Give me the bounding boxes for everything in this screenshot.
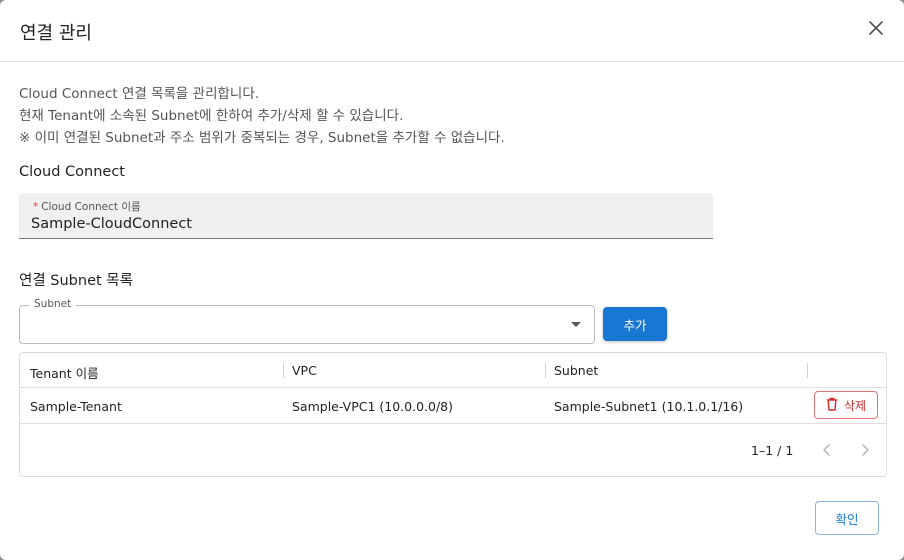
column-header-vpc[interactable]: VPC [292,363,317,378]
cloud-connect-name-value: Sample-CloudConnect [31,216,192,232]
subnet-section-title: 연결 Subnet 목록 [19,273,133,289]
cell-subnet: Sample-Subnet1 (10.1.0.1/16) [554,399,744,414]
column-separator [545,363,546,378]
table-header: Tenant 이름 VPC Subnet [20,353,886,388]
subnet-select[interactable]: Subnet [19,298,595,344]
pagination-info: 1–1 / 1 [751,443,794,458]
cloud-connect-section-title: Cloud Connect [19,164,125,180]
chevron-left-icon[interactable] [815,438,839,462]
description-note: ※ 이미 연결된 Subnet과 주소 범위가 중복되는 경우, Subnet을… [19,130,505,146]
cloud-connect-name-field: * Cloud Connect 이름 Sample-CloudConnect [19,193,713,239]
description-line-1: Cloud Connect 연결 목록을 관리합니다. [19,86,260,102]
trash-icon [826,397,838,414]
table-row: Sample-Tenant Sample-VPC1 (10.0.0.0/8) S… [20,388,886,424]
chevron-right-icon[interactable] [853,438,877,462]
dialog-header: 연결 관리 [0,0,904,62]
column-separator [807,363,808,378]
field-label-text: Cloud Connect 이름 [41,201,141,213]
description-line-2: 현재 Tenant에 소속된 Subnet에 한하여 추가/삭제 할 수 있습니… [19,108,404,124]
cell-vpc: Sample-VPC1 (10.0.0.0/8) [292,399,453,414]
confirm-button[interactable]: 확인 [815,501,879,535]
dropdown-arrow-icon[interactable] [571,322,581,327]
dialog-title: 연결 관리 [20,23,92,44]
cell-tenant: Sample-Tenant [30,399,122,414]
delete-button[interactable]: 삭제 [814,391,878,419]
column-header-tenant[interactable]: Tenant 이름 [30,363,99,382]
subnet-table: Tenant 이름 VPC Subnet Sample-Tenant Sampl… [19,352,887,477]
subnet-select-label: Subnet [29,298,77,310]
delete-button-label: 삭제 [843,398,867,413]
connection-management-dialog: 연결 관리 Cloud Connect 연결 목록을 관리합니다. 현재 Ten… [0,0,904,560]
cloud-connect-name-label: * Cloud Connect 이름 [33,199,141,214]
required-mark: * [33,201,39,213]
column-header-subnet[interactable]: Subnet [554,363,598,378]
column-separator [283,363,284,378]
add-subnet-button[interactable]: 추가 [603,307,667,341]
close-icon[interactable] [862,14,890,42]
